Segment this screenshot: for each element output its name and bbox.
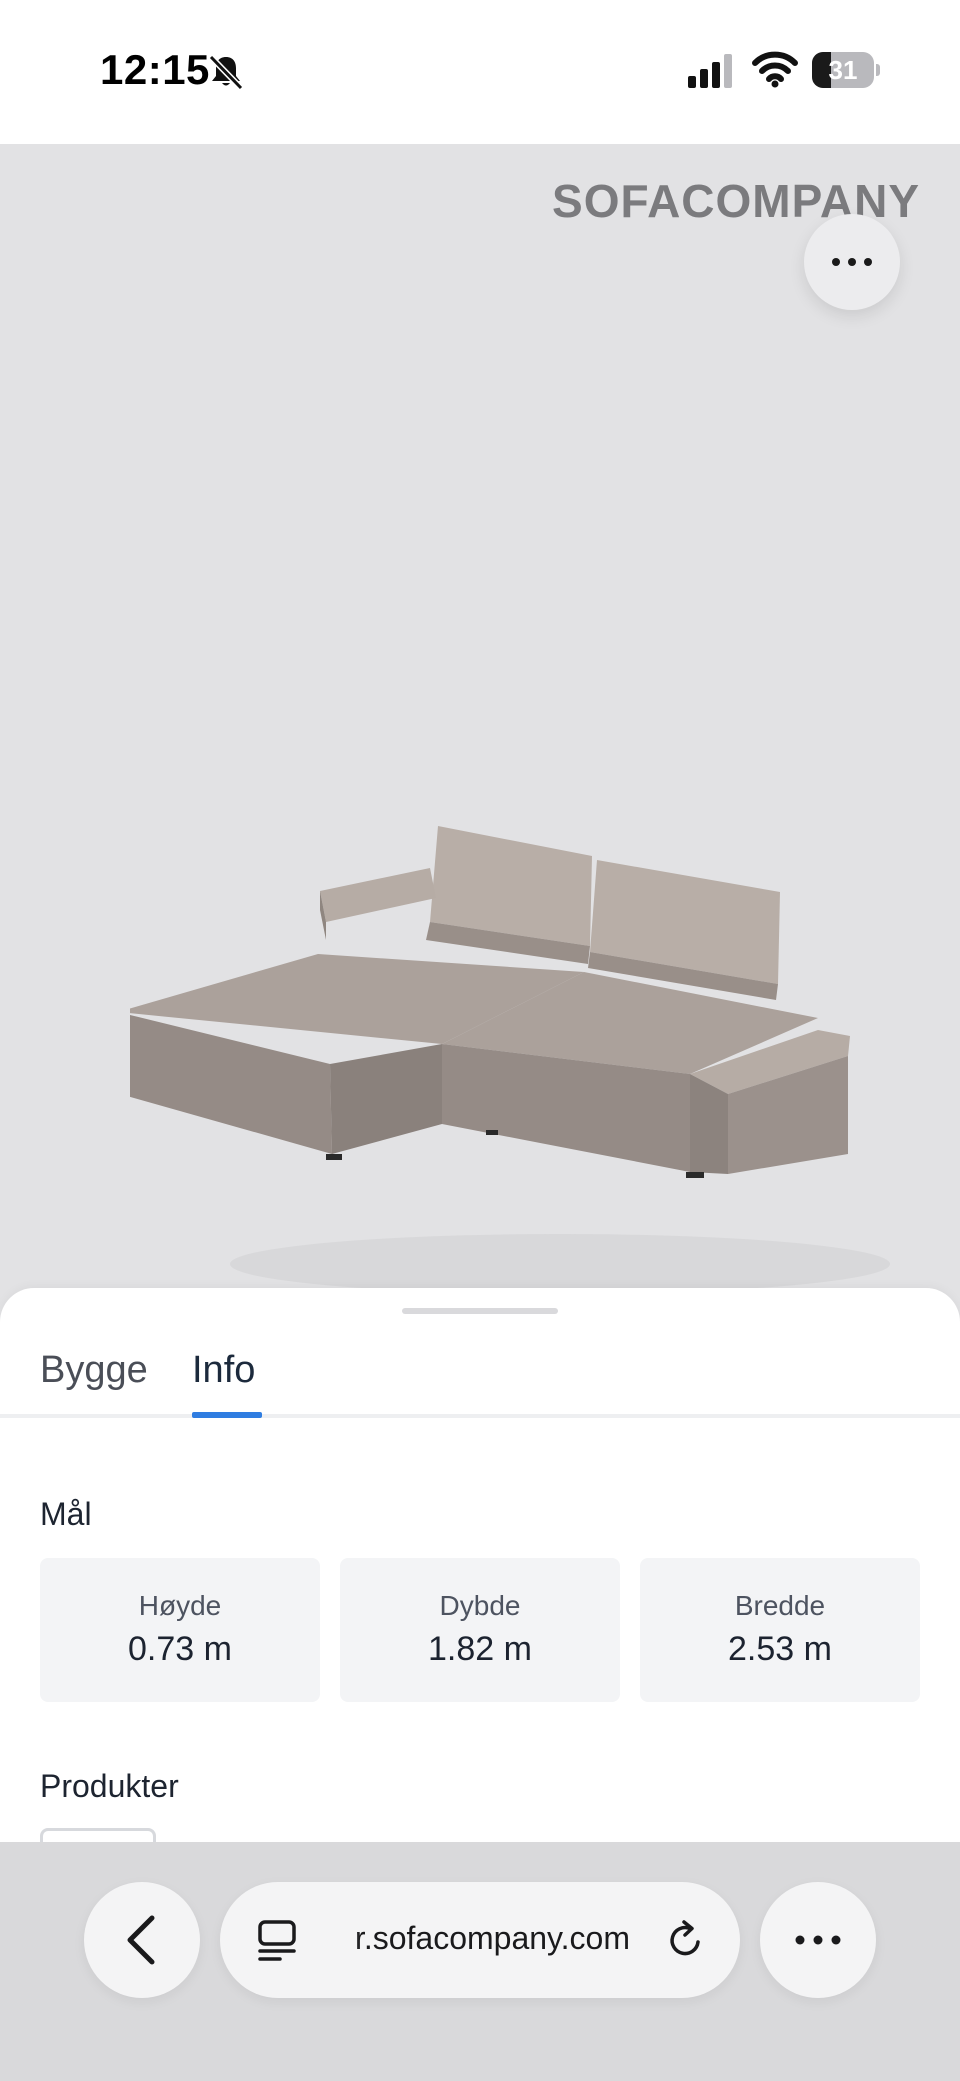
sheet-handle[interactable] (402, 1308, 558, 1314)
url-text: r.sofacompany.com (354, 1920, 630, 1956)
tab-info[interactable]: Info (192, 1340, 255, 1400)
status-time: 12:15 (100, 46, 210, 93)
dimensions-grid: Høyde 0.73 m Dybde 1.82 m Bredde 2.53 m (40, 1558, 920, 1702)
dimension-value: 0.73 m (128, 1630, 232, 1668)
back-button[interactable] (84, 1882, 200, 1998)
dimension-label: Høyde (138, 1590, 222, 1621)
url-field[interactable]: r.sofacompany.com (330, 1882, 630, 1998)
dimension-card-height: Høyde 0.73 m (40, 1558, 320, 1702)
dimension-card-width: Bredde 2.53 m (640, 1558, 920, 1702)
dimension-value: 1.82 m (428, 1630, 532, 1668)
wifi-icon (752, 51, 798, 88)
address-bar[interactable]: r.sofacompany.com (220, 1882, 740, 1998)
sofa-illustration (130, 826, 890, 1294)
ellipsis-icon (795, 1935, 841, 1945)
dimension-value: 2.53 m (728, 1630, 832, 1668)
ellipsis-icon (832, 258, 872, 266)
cellular-signal-icon (688, 54, 732, 88)
reload-icon[interactable] (664, 1918, 708, 1962)
dimension-label: Bredde (734, 1590, 826, 1621)
page: 12:15 31 SOFACOMPANY Bygge Info Mål Høyd… (0, 0, 960, 2081)
tab-build[interactable]: Bygge (40, 1340, 148, 1400)
dimension-label: Dybde (439, 1590, 521, 1621)
dimension-card-depth: Dybde 1.82 m (340, 1558, 620, 1702)
active-tab-indicator (192, 1412, 262, 1418)
bell-slash-icon (208, 54, 244, 91)
dimensions-title: Mål (40, 1496, 92, 1532)
tab-bar: Bygge Info (0, 1332, 960, 1418)
product-viewer[interactable]: SOFACOMPANY (0, 144, 960, 1294)
battery-icon: 31 (812, 52, 880, 88)
battery-level: 31 (828, 55, 858, 85)
browser-toolbar: r.sofacompany.com (0, 1842, 960, 2081)
products-title: Produkter (40, 1768, 179, 1804)
browser-more-button[interactable] (760, 1882, 876, 1998)
viewer-more-button[interactable] (804, 214, 900, 310)
status-bar: 12:15 31 (0, 0, 960, 144)
tabs-icon[interactable] (256, 1918, 300, 1962)
info-sheet: Bygge Info Mål Høyde 0.73 m Dybde 1.82 m… (0, 1288, 960, 1868)
chevron-left-icon (127, 1915, 155, 1965)
